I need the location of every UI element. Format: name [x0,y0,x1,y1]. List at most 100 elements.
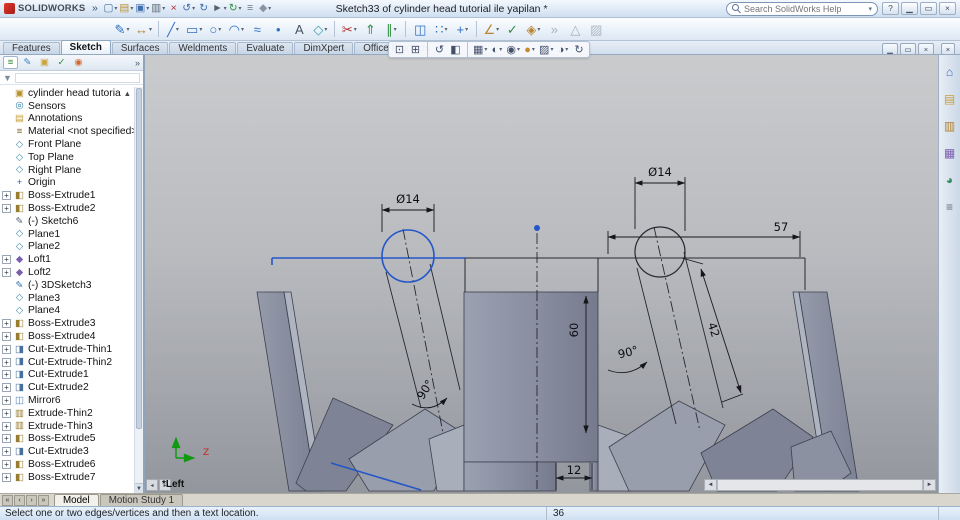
tab-features[interactable]: Features [3,42,60,54]
tree-item-top-plane[interactable]: ◇ Top Plane [0,151,143,164]
move-entities-icon[interactable]: + ▾ [452,19,472,39]
filter-funnel-icon[interactable]: ▼ [3,73,12,83]
expand-plus-icon[interactable]: + [2,434,11,444]
menu-expand-icon[interactable]: » [87,1,102,16]
graphics-area[interactable]: Ø14 Ø14 57 60 42 90° 90° 12 Z [145,55,938,493]
pane-split-left-icon[interactable]: ◂ [146,479,158,491]
viewport-horizontal-scrollbar[interactable]: ◄ ► [704,479,936,491]
doc-nav-button-0[interactable]: « [2,495,13,506]
hide-show-items-icon[interactable]: ◉ ▾ [505,42,521,57]
view-settings-icon[interactable]: ◑ ▾ [555,42,570,57]
tree-scrollbar-thumb[interactable] [136,88,142,430]
tree-item-front-plane[interactable]: ◇ Front Plane [0,138,143,151]
convert-entities-icon[interactable]: ⇑ [360,19,380,39]
scroll-right-icon[interactable]: ► [923,480,935,490]
tree-item-cut-extrude-thin1[interactable]: + ◨ Cut-Extrude-Thin1 [0,343,143,356]
center-cylinder-left-leg[interactable] [463,461,557,492]
expand-plus-icon[interactable]: + [2,319,11,329]
center-cylinder[interactable] [463,291,599,463]
featuremanager-tab-icon[interactable]: ≡ [3,56,18,69]
expand-plus-icon[interactable]: + [2,204,11,214]
offset-entities-icon[interactable]: ∥ ▾ [381,19,401,39]
panel-chevron-icon[interactable]: » [135,58,140,68]
view-orientation-icon[interactable]: ▦ ▾ [472,42,488,57]
search-dropdown-icon[interactable]: ▾ [868,5,872,13]
maximize-icon[interactable]: ▭ [920,2,937,15]
help-icon[interactable]: ? [882,2,899,15]
doc-minimize-icon[interactable]: ▁ [882,43,898,55]
expand-plus-icon[interactable]: + [2,255,11,265]
design-library-icon[interactable]: ▤ [941,90,958,107]
dimxpertmanager-tab-icon[interactable]: ✓ [54,56,69,69]
apply-scene-icon[interactable]: ▨ ▾ [538,42,554,57]
arc-icon[interactable]: ◠ ▾ [226,19,246,39]
tree-scrollbar[interactable]: ▼ [134,87,143,493]
display-style-icon[interactable]: ◐ ▾ [489,42,504,57]
rebuild-icon[interactable]: ↻ ▾ [228,1,243,16]
tree-item-cut-extrude1[interactable]: + ◨ Cut-Extrude1 [0,369,143,382]
tree-item-right-plane[interactable]: ◇ Right Plane [0,164,143,177]
doc-nav-button-2[interactable]: › [26,495,37,506]
tree-item-extrude-thin2[interactable]: + ▥ Extrude-Thin2 [0,407,143,420]
mirror-entities-icon[interactable]: ◫ [410,19,430,39]
rotate-view-icon[interactable]: ↻ [571,42,586,57]
doc-nav-button-3[interactable]: » [38,495,49,506]
expand-plus-icon[interactable]: + [2,268,11,278]
select-icon[interactable]: ► ▾ [211,1,227,16]
tab-evaluate[interactable]: Evaluate [237,42,294,54]
scroll-left-icon[interactable]: ◄ [705,480,717,490]
dim-top-width[interactable]: 57 [774,220,789,234]
save-document-icon[interactable]: ▣ ▾ [134,1,150,16]
expand-plus-icon[interactable]: + [2,191,11,201]
minimize-icon[interactable]: ▁ [901,2,918,15]
options-icon[interactable]: ◆ ▾ [258,1,273,16]
file-properties-icon[interactable]: ≡ [243,1,258,16]
configurationmanager-tab-icon[interactable]: ▣ [37,56,52,69]
expand-plus-icon[interactable]: + [2,472,11,482]
trim-entities-icon[interactable]: ✂ ▾ [339,19,359,39]
tree-item-mirror6[interactable]: + ◫ Mirror6 [0,394,143,407]
tree-item-plane3[interactable]: ◇ Plane3 [0,292,143,305]
undo-icon[interactable]: ↺ ▾ [181,1,196,16]
expand-plus-icon[interactable]: + [2,383,11,393]
propertymanager-tab-icon[interactable]: ✎ [20,56,35,69]
expand-plus-icon[interactable]: + [2,408,11,418]
tree-item-material-not-specified[interactable]: ≡ Material <not specified> [0,125,143,138]
quick-snaps-icon[interactable]: ◈ ▾ [523,19,543,39]
close-pane-button[interactable]: × [941,43,955,55]
scrollbar-thumb[interactable] [717,480,923,490]
dim-right-circle-diameter[interactable]: Ø14 [648,165,672,179]
tree-item-sensors[interactable]: ◎ Sensors [0,100,143,113]
redo-icon[interactable]: ↻ [196,1,211,16]
doc-restore-icon[interactable]: ▭ [900,43,916,55]
tree-item-extrude-thin3[interactable]: + ▥ Extrude-Thin3 [0,420,143,433]
expand-plus-icon[interactable]: + [2,370,11,380]
tree-item-boss-extrude6[interactable]: + ◧ Boss-Extrude6 [0,458,143,471]
dim-cylinder-height[interactable]: 60 [567,323,581,338]
expand-plus-icon[interactable]: + [2,332,11,342]
zoom-fit-icon[interactable]: ⊡ [392,42,407,57]
help-search-box[interactable]: ▾ [726,1,878,16]
instant3d-icon[interactable]: △ [565,19,585,39]
tree-item-plane1[interactable]: ◇ Plane1 [0,228,143,241]
tree-item-cut-extrude3[interactable]: + ◨ Cut-Extrude3 [0,445,143,458]
text-icon[interactable]: A [289,19,309,39]
sketch-point[interactable] [534,225,540,231]
tree-item-cut-extrude-thin2[interactable]: + ◨ Cut-Extrude-Thin2 [0,356,143,369]
spline-icon[interactable]: ≈ [247,19,267,39]
tree-item-boss-extrude5[interactable]: + ◧ Boss-Extrude5 [0,433,143,446]
new-document-icon[interactable]: ▢ ▾ [102,1,118,16]
open-document-icon[interactable]: ▤ ▾ [118,1,134,16]
dim-bottom-gap[interactable]: 12 [567,463,582,477]
tree-item-loft2[interactable]: + ◆ Loft2 [0,266,143,279]
tab-surfaces[interactable]: Surfaces [111,42,169,54]
dim-left-circle-diameter[interactable]: Ø14 [396,192,420,206]
tree-item-loft1[interactable]: + ◆ Loft1 [0,253,143,266]
smart-dimension-icon[interactable]: ↔ ▾ [133,19,154,39]
doc-close-icon[interactable]: × [918,43,934,55]
tab-dimxpert[interactable]: DimXpert [294,42,354,54]
search-input[interactable] [744,3,866,14]
tab-weldments[interactable]: Weldments [169,42,237,54]
linear-sketch-pattern-icon[interactable]: ∷ ▾ [431,19,451,39]
solidworks-resources-icon[interactable]: ⌂ [941,63,958,80]
